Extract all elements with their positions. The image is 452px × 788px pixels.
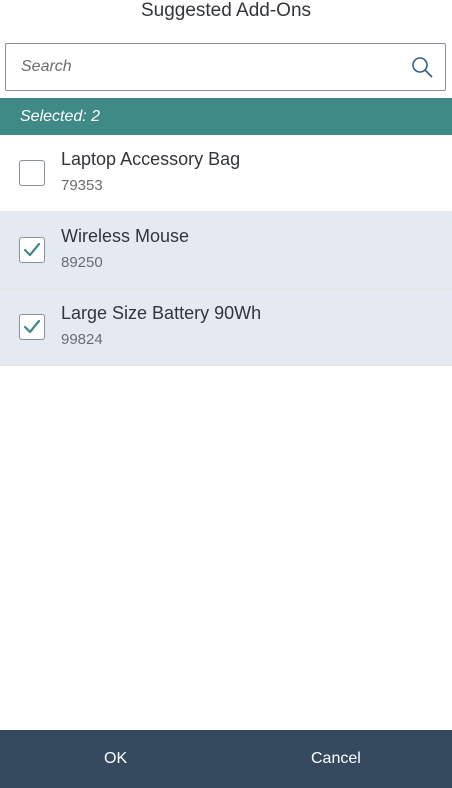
item-title: Laptop Accessory Bag [61,149,241,169]
selected-count-text: Selected: 2 [20,107,101,125]
item-title: Large Size Battery 90Wh [61,303,262,323]
item-checkbox[interactable] [19,160,45,186]
search-field [5,43,446,91]
item-id: 89250 [61,254,103,271]
item-title: Wireless Mouse [61,226,190,246]
add-ons-list: Laptop Accessory Bag 79353 Wireless Mous… [0,135,452,366]
list-item[interactable]: Wireless Mouse 89250 [0,212,452,289]
item-text: Large Size Battery 90Wh 99824 [61,302,261,349]
cancel-button[interactable]: Cancel [226,730,452,788]
search-button[interactable] [399,44,445,90]
dialog-header: Suggested Add-Ons [0,0,452,34]
list-item[interactable]: Large Size Battery 90Wh 99824 [0,289,452,366]
add-ons-dialog: Suggested Add-Ons Selected: 2 Laptop Acc… [0,0,452,788]
dialog-footer: OK Cancel [0,730,452,788]
item-id: 99824 [61,331,103,348]
search-icon [412,57,433,78]
search-input[interactable] [6,44,399,90]
item-text: Wireless Mouse 89250 [61,225,189,272]
item-checkbox[interactable] [19,237,45,263]
item-text: Laptop Accessory Bag 79353 [61,148,240,195]
item-checkbox[interactable] [19,314,45,340]
item-id: 79353 [61,177,103,194]
dialog-title: Suggested Add-Ons [140,0,312,21]
ok-button[interactable]: OK [0,730,226,788]
selection-info-bar: Selected: 2 [0,98,452,135]
list-item[interactable]: Laptop Accessory Bag 79353 [0,135,452,212]
checkmark-icon [23,242,41,257]
checkmark-icon [23,319,41,334]
